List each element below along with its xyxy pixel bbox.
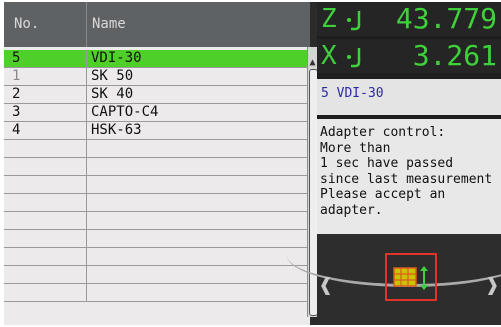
table-row[interactable]: [4, 194, 307, 212]
table-row[interactable]: [4, 284, 307, 302]
row-divider: [86, 176, 87, 193]
row-name: VDI-30: [91, 50, 142, 66]
row-name: HSK-63: [91, 122, 142, 138]
table-row[interactable]: 4 HSK-63: [4, 122, 307, 140]
row-name: CAPTO-C4: [91, 104, 159, 120]
softkey-bar: ❰ ❱: [287, 234, 501, 325]
table-row[interactable]: 2 SK 40: [4, 86, 307, 104]
chevron-left-icon[interactable]: ❰: [319, 274, 332, 299]
row-name: SK 50: [91, 68, 134, 84]
table-row[interactable]: [4, 248, 307, 266]
row-no: 2: [12, 86, 21, 102]
row-divider: [86, 104, 87, 121]
x-axis-readout: X 3.261: [317, 39, 501, 73]
table-adjust-icon: [393, 266, 428, 290]
table-row[interactable]: [4, 176, 307, 194]
header-no: No.: [14, 16, 40, 32]
z-axis-label: Z: [321, 4, 337, 34]
x-axis-value: 3.261: [412, 39, 497, 72]
row-divider: [86, 86, 87, 103]
adapter-table: No. Name 5 VDI-30 1 SK 50 2 SK 40 3 CAPTO-C4 4 HS…: [4, 2, 318, 325]
table-row[interactable]: [4, 158, 307, 176]
row-no: 5: [12, 50, 21, 66]
row-divider: [86, 122, 87, 139]
table-body: 5 VDI-30 1 SK 50 2 SK 40 3 CAPTO-C4 4 HSK-63: [4, 50, 307, 302]
row-divider: [86, 230, 87, 247]
active-tool-info: 5 VDI-30: [317, 79, 501, 115]
table-row[interactable]: 5 VDI-30: [4, 50, 307, 68]
table-row[interactable]: [4, 140, 307, 158]
row-divider: [86, 140, 87, 157]
status-panel: Z 43.779 X 3.261 5 VDI-30 Adapter contro…: [287, 2, 501, 325]
header-divider: [86, 2, 87, 47]
probe-icon: [347, 11, 361, 31]
table-row[interactable]: 3 CAPTO-C4: [4, 104, 307, 122]
table-row[interactable]: [4, 230, 307, 248]
table-row[interactable]: [4, 266, 307, 284]
row-divider: [86, 284, 87, 301]
chevron-right-icon[interactable]: ❱: [486, 274, 499, 299]
row-divider: [86, 212, 87, 229]
row-no: 4: [12, 122, 21, 138]
adapter-control-message: Adapter control: More than 1 sec have pa…: [317, 119, 501, 234]
table-row[interactable]: [4, 212, 307, 230]
row-divider: [86, 50, 87, 67]
z-axis-value: 43.779: [395, 2, 497, 35]
row-divider: [86, 194, 87, 211]
row-divider: [86, 266, 87, 283]
probe-icon: [347, 48, 361, 68]
accept-adapter-button[interactable]: [385, 253, 437, 301]
header-name: Name: [92, 16, 126, 32]
table-row[interactable]: 1 SK 50: [4, 68, 307, 86]
row-no: 3: [12, 104, 21, 120]
x-axis-label: X: [321, 41, 337, 71]
row-divider: [86, 248, 87, 265]
z-axis-readout: Z 43.779: [317, 2, 501, 36]
row-divider: [86, 68, 87, 85]
row-divider: [86, 158, 87, 175]
machine-screen: No. Name 5 VDI-30 1 SK 50 2 SK 40 3 CAPTO-C4 4 HS…: [4, 2, 501, 325]
table-header: No. Name: [4, 2, 310, 47]
row-name: SK 40: [91, 86, 134, 102]
row-no: 1: [12, 68, 21, 84]
